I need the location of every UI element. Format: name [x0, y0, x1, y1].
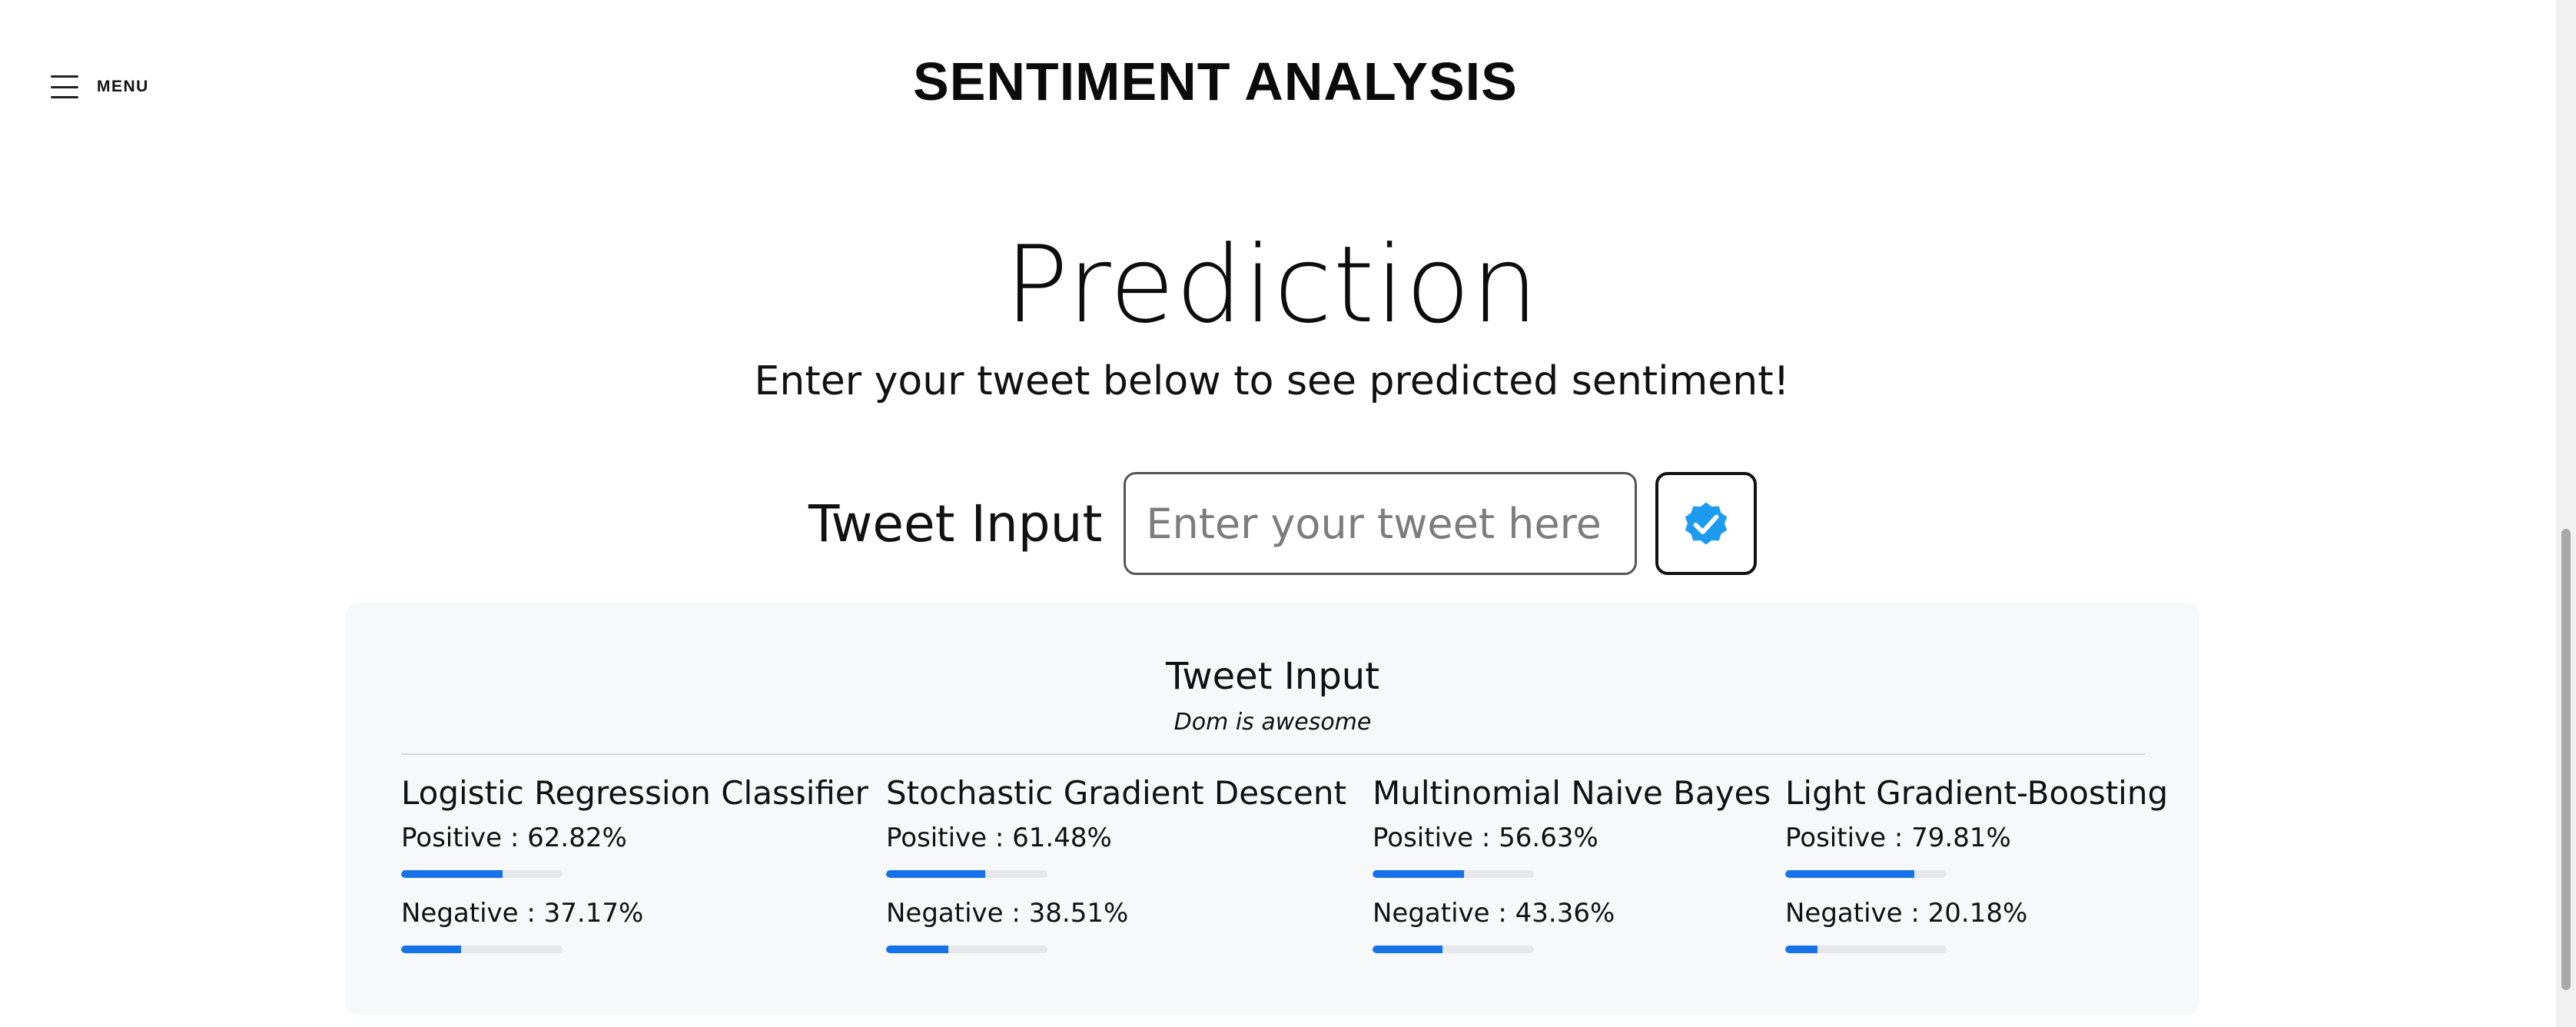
negative-progress-fill	[886, 946, 948, 953]
verified-check-icon	[1685, 502, 1728, 545]
negative-progress-bar	[1785, 946, 1947, 953]
page-title: Prediction	[1004, 223, 1539, 347]
menu-button[interactable]: MENU	[51, 75, 149, 98]
negative-progress-bar	[1373, 946, 1534, 953]
positive-progress-fill	[1373, 870, 1464, 878]
positive-score: Positive : 79.81%	[1785, 823, 2011, 853]
positive-progress-fill	[1785, 870, 1914, 878]
model-name: Stochastic Gradient Descent	[886, 774, 1346, 812]
model-result-logistic-regression: Logistic Regression Classifier Positive …	[401, 770, 868, 970]
submit-button[interactable]	[1655, 472, 1758, 575]
negative-progress-bar	[401, 946, 563, 953]
positive-score: Positive : 62.82%	[401, 823, 627, 853]
positive-progress-fill	[886, 870, 986, 878]
negative-progress-fill	[401, 946, 462, 953]
negative-progress-bar	[886, 946, 1047, 953]
model-name: Logistic Regression Classifier	[401, 774, 868, 812]
positive-progress-bar	[1785, 870, 1947, 878]
model-result-lightgbm: Light Gradient-Boosting Positive : 79.81…	[1785, 770, 2168, 970]
model-name: Multinomial Naive Bayes	[1373, 774, 1771, 812]
positive-progress-fill	[401, 870, 503, 878]
negative-score: Negative : 38.51%	[886, 898, 1129, 929]
positive-score: Positive : 56.63%	[1373, 823, 1598, 853]
tweet-input-row: Tweet Input	[808, 472, 1758, 575]
positive-progress-bar	[1373, 870, 1534, 878]
model-name: Light Gradient-Boosting	[1785, 774, 2169, 812]
positive-progress-bar	[401, 870, 563, 878]
menu-label: MENU	[97, 78, 149, 95]
tweet-input-label: Tweet Input	[808, 494, 1103, 553]
negative-progress-fill	[1785, 946, 1818, 953]
result-tweet-text: Dom is awesome	[1173, 709, 1372, 736]
positive-progress-bar	[886, 870, 1047, 878]
page-subtitle: Enter your tweet below to see predicted …	[754, 358, 1790, 404]
negative-progress-fill	[1373, 946, 1443, 953]
result-divider	[401, 753, 2146, 755]
result-card: Tweet Input Dom is awesome Logistic Regr…	[346, 603, 2199, 1015]
model-result-naive-bayes: Multinomial Naive Bayes Positive : 56.63…	[1373, 770, 1771, 970]
negative-score: Negative : 20.18%	[1785, 898, 2028, 929]
positive-score: Positive : 61.48%	[886, 823, 1112, 853]
model-result-sgd: Stochastic Gradient Descent Positive : 6…	[886, 770, 1346, 970]
negative-score: Negative : 37.17%	[401, 898, 644, 929]
negative-score: Negative : 43.36%	[1373, 898, 1615, 929]
result-title: Tweet Input	[1165, 655, 1380, 698]
site-title: SENTIMENT ANALYSIS	[913, 52, 1518, 111]
scrollbar-thumb[interactable]	[2561, 529, 2571, 990]
page-scrollbar[interactable]	[2556, 0, 2576, 1027]
hamburger-icon	[51, 75, 78, 98]
tweet-input[interactable]	[1124, 472, 1638, 575]
